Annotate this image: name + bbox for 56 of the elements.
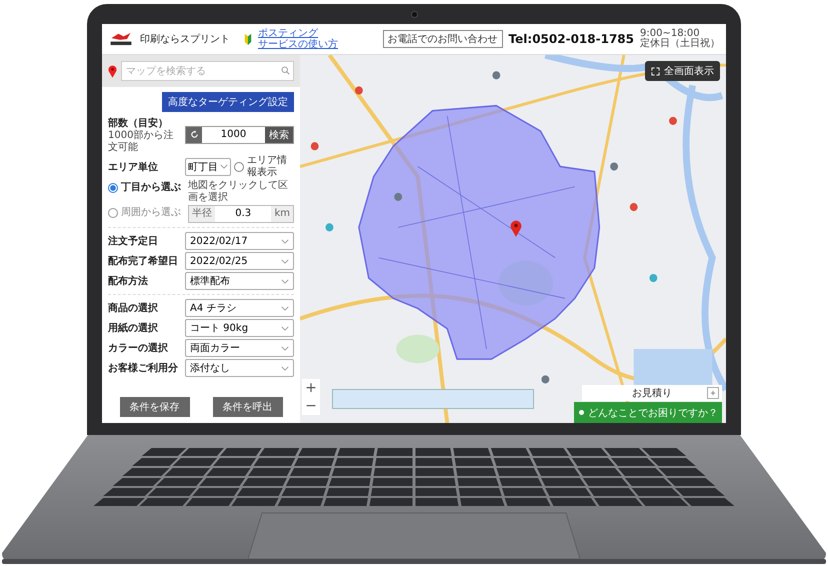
- checkbox-label: エリア情報表示: [247, 155, 288, 178]
- select-field[interactable]: 2022/02/17: [185, 232, 294, 250]
- chat-dot-icon: [579, 410, 584, 415]
- business-hours: 9:00~18:00: [640, 28, 700, 38]
- radio-label: 丁目から選ぶ: [121, 180, 182, 194]
- targeting-settings-button[interactable]: 高度なターゲティング設定: [162, 92, 294, 112]
- condition-button[interactable]: 条件を呼出: [212, 397, 282, 417]
- caret-icon: [281, 258, 289, 264]
- location-pin-icon: [510, 220, 522, 237]
- radio-label: 周囲から選ぶ: [121, 206, 182, 219]
- field-label: 配布完了希望日: [108, 254, 179, 268]
- checkbox[interactable]: [234, 162, 244, 172]
- caret-icon: [281, 366, 289, 370]
- contact-button[interactable]: お電話でのお問い合わせ: [382, 30, 503, 48]
- select-field[interactable]: コート 90kg: [185, 319, 294, 337]
- caret-icon: [220, 164, 228, 169]
- field-label: 用紙の選択: [108, 322, 159, 335]
- caret-icon: [281, 326, 289, 330]
- caret-icon: [281, 346, 289, 350]
- expand-button[interactable]: +: [707, 387, 719, 399]
- map-pin-icon: [108, 64, 117, 78]
- select-field[interactable]: 両面カラー: [185, 339, 294, 357]
- field-label: お客様ご利用分: [108, 361, 179, 375]
- site-name: 印刷ならスプリント: [140, 32, 230, 46]
- field-label: カラーの選択: [108, 342, 169, 355]
- select-field[interactable]: 標準配布: [185, 272, 294, 290]
- field-note: 1000部から注文可能: [108, 130, 174, 153]
- field-label: 配布方法: [108, 274, 149, 288]
- select-field[interactable]: 添付なし: [185, 359, 294, 377]
- fullscreen-button[interactable]: 全画面表示: [645, 61, 720, 81]
- camera-icon: [410, 10, 418, 18]
- radius-field[interactable]: 半径 0.3 km: [188, 205, 294, 223]
- select-field[interactable]: 2022/02/25: [185, 252, 294, 270]
- select-field[interactable]: A4 チラシ: [185, 299, 294, 317]
- logo-icon: [108, 31, 134, 47]
- chat-button[interactable]: どんなことでお困りですか？: [574, 402, 722, 423]
- radio-button[interactable]: [108, 183, 118, 193]
- business-hours: 定休日（土日祝）: [640, 39, 720, 50]
- field-label: 注文予定日: [108, 234, 159, 248]
- field-label: 商品の選択: [108, 301, 159, 315]
- mode-description: 地図をクリックして区画を選択: [188, 180, 289, 203]
- phone-number: Tel:0502-018-1785: [508, 32, 634, 46]
- caret-icon: [281, 306, 289, 310]
- caret-icon: [281, 278, 289, 284]
- field-label: エリア単位: [108, 160, 159, 174]
- beginner-mark-icon: [244, 32, 252, 46]
- caret-icon: [281, 238, 289, 244]
- field-label: 部数（目安）: [108, 116, 169, 130]
- fullscreen-icon: [651, 66, 660, 76]
- search-icon: [281, 66, 290, 75]
- search-field[interactable]: マップを検索する: [121, 61, 294, 81]
- radio-button[interactable]: [108, 208, 118, 218]
- select-field[interactable]: 町丁目: [185, 158, 231, 176]
- condition-button[interactable]: 条件を保存: [120, 397, 190, 417]
- guide-link[interactable]: ポスティング サービスの使い方: [258, 28, 338, 50]
- estimate-title: お見積り: [632, 386, 672, 400]
